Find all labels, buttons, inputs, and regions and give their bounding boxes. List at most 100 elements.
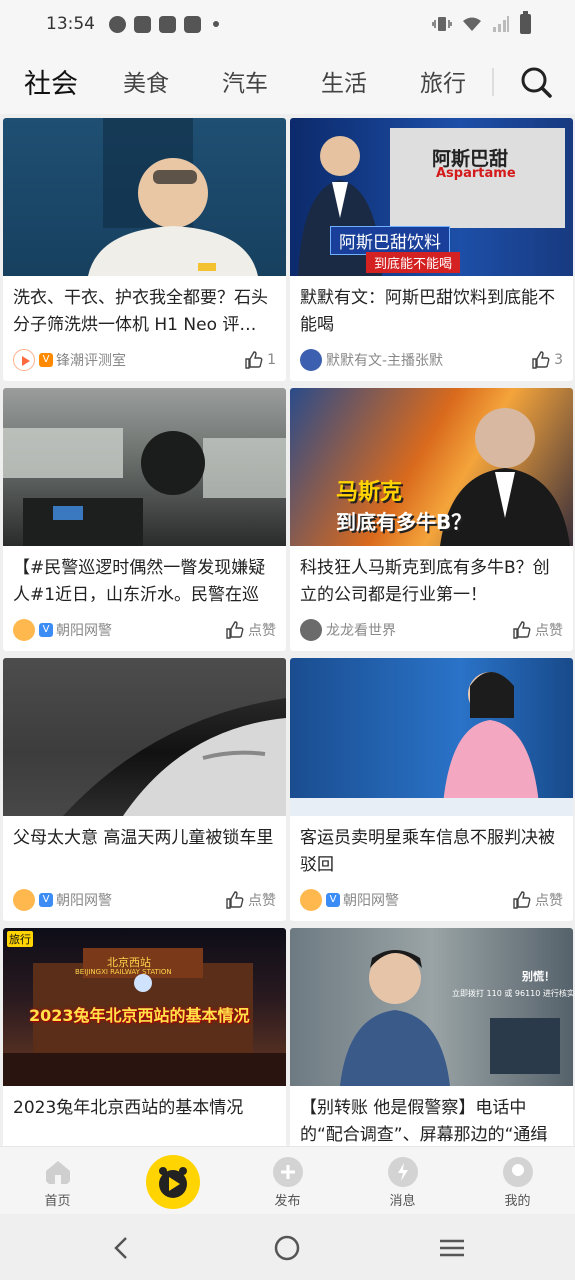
feed-column-left: 洗衣、干衣、护衣我全都要？石头分子筛洗烘一体机 H1 Neo 评… V 锋潮评测… xyxy=(3,118,286,1146)
tab-auto[interactable]: 汽车 xyxy=(218,64,317,98)
like-button[interactable]: 点赞 xyxy=(512,890,563,910)
category-tab-bar: 社会 美食 汽车 生活 旅行 xyxy=(0,48,575,114)
video-thumbnail[interactable]: 马斯克 到底有多牛B？ xyxy=(290,388,573,546)
mail-notification-icon xyxy=(134,15,151,33)
police-officer-image xyxy=(340,950,560,1086)
author-avatar[interactable] xyxy=(13,349,35,371)
video-thumbnail[interactable] xyxy=(290,658,573,816)
video-card[interactable]: 客运员卖明星乘车信息不服判决被驳回 V 朝阳网警 点赞 xyxy=(290,658,573,921)
nav-label: 发布 xyxy=(274,1194,301,1209)
like-count: 点赞 xyxy=(248,893,276,909)
video-card[interactable]: 阿斯巴甜 Aspartame 阿斯巴甜饮料 到底能不能喝 默默有文：阿斯巴甜饮料… xyxy=(290,118,573,381)
nav-home[interactable]: 首页 xyxy=(0,1147,115,1215)
author-name[interactable]: 默默有文-主播张默 xyxy=(326,350,531,370)
video-thumbnail[interactable] xyxy=(3,658,286,816)
active-tab-indicator xyxy=(14,103,84,111)
video-title: 科技狂人马斯克到底有多牛B？创立的公司都是行业第一！ xyxy=(300,558,550,605)
video-title: 【#民警巡逻时偶然一瞥发现嫌疑人#1近日，山东沂水。民警在巡逻… xyxy=(13,558,266,605)
publish-icon xyxy=(272,1157,303,1187)
nav-publish[interactable]: 发布 xyxy=(230,1147,345,1215)
home-circle-icon[interactable] xyxy=(273,1234,301,1262)
video-card[interactable]: 马斯克 到底有多牛B？ 科技狂人马斯克到底有多牛B？创立的公司都是行业第一！ 龙… xyxy=(290,388,573,651)
recents-icon[interactable] xyxy=(438,1234,466,1262)
verified-badge: V xyxy=(39,353,53,367)
like-button[interactable]: 3 xyxy=(531,350,563,370)
more-notifications-icon xyxy=(213,21,219,27)
nav-messages[interactable]: 消息 xyxy=(345,1147,460,1215)
author-name[interactable]: 朝阳网警 xyxy=(343,890,512,910)
author-name[interactable]: 朝阳网警 xyxy=(56,890,225,910)
tab-label: 美食 xyxy=(123,71,169,97)
video-title: 客运员卖明星乘车信息不服判决被驳回 xyxy=(300,828,555,875)
video-card[interactable]: 洗衣、干衣、护衣我全都要？石头分子筛洗烘一体机 H1 Neo 评… V 锋潮评测… xyxy=(3,118,286,381)
card-meta: 默默有文-主播张默 3 xyxy=(290,339,573,381)
card-meta: V 朝阳网警 点赞 xyxy=(290,879,573,921)
author-avatar[interactable] xyxy=(13,619,35,641)
back-icon[interactable] xyxy=(108,1234,136,1262)
tab-travel[interactable]: 旅行 xyxy=(416,64,515,98)
tab-life[interactable]: 生活 xyxy=(317,64,416,98)
video-card[interactable]: 别慌！ 立即拨打 110 或 96110 进行核实 【别转账 他是假警察】电话中… xyxy=(290,928,573,1146)
author-name[interactable]: 锋潮评测室 xyxy=(56,350,244,370)
station-sign-english: BEIJINGXI RAILWAY STATION xyxy=(75,968,172,976)
video-card[interactable]: 【#民警巡逻时偶然一瞥发现嫌疑人#1近日，山东沂水。民警在巡逻… V 朝阳网警 … xyxy=(3,388,286,651)
author-avatar[interactable] xyxy=(13,889,35,911)
thumbnail-subheadline: 到底有多牛B？ xyxy=(336,510,472,534)
system-navigation-bar xyxy=(0,1214,575,1280)
search-icon[interactable] xyxy=(516,62,556,102)
author-avatar[interactable] xyxy=(300,889,322,911)
banner-text: 阿斯巴甜饮料 xyxy=(330,226,450,255)
travel-tag: 旅行 xyxy=(7,931,33,947)
thumbs-up-icon xyxy=(226,891,244,909)
car-interior-image xyxy=(3,428,286,546)
video-card[interactable]: 旅行 北京西站 BEIJINGXI RAILWAY STATION 2023兔年… xyxy=(3,928,286,1146)
thumbs-up-icon xyxy=(532,351,550,369)
home-icon xyxy=(45,1161,70,1184)
card-meta: 龙龙看世界 点赞 xyxy=(290,609,573,651)
author-name[interactable]: 朝阳网警 xyxy=(56,620,225,640)
feed-column-right: 阿斯巴甜 Aspartame 阿斯巴甜饮料 到底能不能喝 默默有文：阿斯巴甜饮料… xyxy=(290,118,573,1146)
video-center-button[interactable] xyxy=(146,1155,200,1209)
author-avatar[interactable] xyxy=(300,349,322,371)
video-title: 2023兔年北京西站的基本情况 xyxy=(13,1098,244,1118)
verified-badge: V xyxy=(39,893,53,907)
wifi-icon xyxy=(463,17,481,31)
like-button[interactable]: 点赞 xyxy=(512,620,563,640)
nav-profile[interactable]: 我的 xyxy=(460,1147,575,1215)
card-meta: V 锋潮评测室 1 xyxy=(3,339,286,381)
video-card[interactable]: 父母太大意 高温天两儿童被锁车里 V 朝阳网警 点赞 xyxy=(3,658,286,921)
bottom-navigation: 首页 发布 消息 我的 xyxy=(0,1146,575,1214)
video-thumbnail[interactable]: 阿斯巴甜 Aspartame 阿斯巴甜饮料 到底能不能喝 xyxy=(290,118,573,276)
verified-badge: V xyxy=(39,623,53,637)
like-count: 点赞 xyxy=(248,623,276,639)
like-count: 1 xyxy=(267,352,276,368)
like-count: 点赞 xyxy=(535,623,563,639)
video-thumbnail[interactable]: 别慌！ 立即拨打 110 或 96110 进行核实 xyxy=(290,928,573,1086)
tab-label: 社会 xyxy=(24,68,78,100)
thumbnail-hotline: 立即拨打 110 或 96110 进行核实 xyxy=(452,989,573,998)
nav-label: 消息 xyxy=(389,1194,416,1209)
news-studio-image xyxy=(290,672,573,816)
mail-notification-icon xyxy=(184,15,201,33)
like-count: 3 xyxy=(554,352,563,368)
message-icon xyxy=(387,1157,418,1187)
mail-notification-icon xyxy=(159,15,176,33)
author-name[interactable]: 龙龙看世界 xyxy=(326,620,512,640)
nav-video[interactable] xyxy=(115,1147,230,1215)
video-thumbnail[interactable] xyxy=(3,388,286,546)
video-feed: 洗衣、干衣、护衣我全都要？石头分子筛洗烘一体机 H1 Neo 评… V 锋潮评测… xyxy=(0,114,575,1146)
like-count: 点赞 xyxy=(535,893,563,909)
nav-label: 我的 xyxy=(504,1194,531,1209)
tab-social[interactable]: 社会 xyxy=(14,62,119,111)
like-button[interactable]: 1 xyxy=(244,350,276,370)
video-title: 父母太大意 高温天两儿童被锁车里 xyxy=(13,828,274,848)
video-thumbnail[interactable] xyxy=(3,118,286,276)
video-thumbnail[interactable]: 旅行 北京西站 BEIJINGXI RAILWAY STATION 2023兔年… xyxy=(3,928,286,1086)
like-button[interactable]: 点赞 xyxy=(225,890,276,910)
product-name-english: Aspartame xyxy=(436,166,516,181)
tab-label: 旅行 xyxy=(420,71,466,97)
like-button[interactable]: 点赞 xyxy=(225,620,276,640)
verified-badge: V xyxy=(326,893,340,907)
tab-food[interactable]: 美食 xyxy=(119,64,218,98)
author-avatar[interactable] xyxy=(300,619,322,641)
